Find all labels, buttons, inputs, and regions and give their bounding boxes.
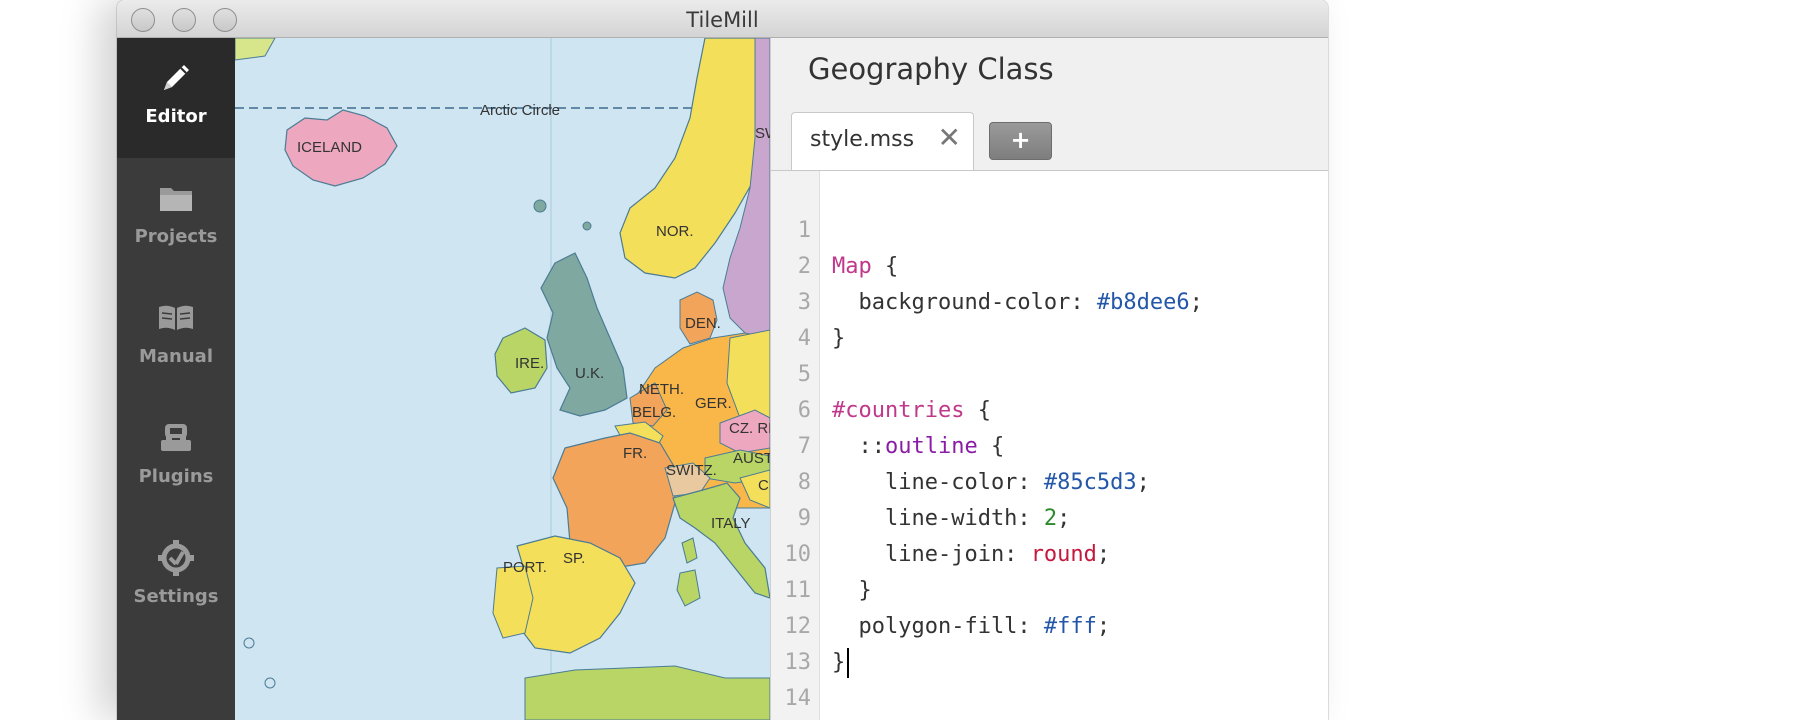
sidebar: Editor Projects Manual Plugins Settings — [117, 38, 235, 720]
close-icon[interactable]: ✕ — [938, 123, 961, 153]
code-line: 12 } — [771, 573, 1328, 678]
map-label: PORT. — [503, 559, 547, 576]
map-label: BELG. — [632, 404, 676, 421]
sidebar-item-projects[interactable]: Projects — [117, 158, 235, 278]
map-label: ITALY — [711, 515, 750, 532]
code-line: 2 background-color: #b8dee6; — [771, 213, 1328, 315]
map-label: U.K. — [575, 365, 604, 382]
title-bar: TileMill — [117, 0, 1328, 38]
code-line: 10 } — [771, 501, 1328, 603]
sidebar-item-editor[interactable]: Editor — [117, 38, 235, 158]
folder-icon — [160, 188, 192, 211]
sidebar-item-settings[interactable]: Settings — [117, 518, 235, 638]
map-label: AUST. — [733, 450, 770, 467]
code-line: 5 #countries { — [771, 321, 1328, 423]
tab-style-mss[interactable]: style.mss ✕ — [791, 112, 974, 170]
code-line: 1 Map { — [771, 177, 1328, 279]
map-label: GER. — [695, 395, 732, 412]
code-line: 15 — [771, 681, 1328, 717]
code-line: 8 line-width: 2; — [771, 429, 1328, 531]
tilemill-window: TileMill Editor Projects Manual Plugins … — [117, 0, 1328, 720]
map-label: DEN. — [685, 315, 721, 332]
code-line: 7 line-color: #85c5d3; — [771, 393, 1328, 495]
code-line: 6 ::outline { — [771, 357, 1328, 459]
pencil-icon — [164, 65, 189, 90]
map-label: SW — [755, 125, 770, 142]
add-tab-button[interactable]: + — [989, 122, 1052, 160]
map-label: SP. — [563, 550, 585, 567]
plugin-icon — [161, 424, 191, 451]
sidebar-item-label: Settings — [133, 586, 219, 607]
code-line: 14 — [771, 645, 1328, 711]
map-label: IRE. — [515, 355, 544, 372]
code-line: 11 polygon-fill: #fff; — [771, 537, 1328, 639]
map-label: CZ. REP — [729, 420, 770, 437]
gear-icon — [158, 540, 194, 576]
sidebar-item-manual[interactable]: Manual — [117, 278, 235, 398]
code-line: 4 — [771, 285, 1328, 351]
project-title: Geography Class — [808, 52, 1054, 86]
code-line: 13 — [771, 609, 1328, 675]
map-label: CRO — [758, 477, 770, 494]
code-editor[interactable]: 1 Map { 2 background-color: #b8dee6; 3 }… — [771, 170, 1328, 720]
map-label: SWITZ. — [666, 462, 717, 479]
sidebar-item-label: Manual — [138, 346, 213, 367]
sidebar-item-plugins[interactable]: Plugins — [117, 398, 235, 518]
map-label: Arctic Circle — [480, 102, 560, 119]
map-label: FR. — [623, 445, 647, 462]
sidebar-item-label: Plugins — [138, 466, 214, 487]
map-label: ICELAND — [297, 139, 362, 156]
code-line: 9 line-join: round; — [771, 465, 1328, 567]
code-line: 3 } — [771, 249, 1328, 351]
tab-label: style.mss — [810, 127, 915, 152]
map-label: NETH. — [639, 381, 684, 398]
book-icon — [159, 305, 193, 330]
editor-panel: Geography Class style.mss ✕ + 1 Map { 2 … — [770, 38, 1328, 720]
sidebar-item-label: Projects — [134, 226, 218, 247]
map-label: NOR. — [656, 223, 694, 240]
map-preview[interactable]: Arctic Circle ICELAND SW NOR. DEN. IRE. … — [235, 38, 770, 720]
sidebar-item-label: Editor — [145, 106, 207, 127]
window-title: TileMill — [686, 8, 759, 32]
